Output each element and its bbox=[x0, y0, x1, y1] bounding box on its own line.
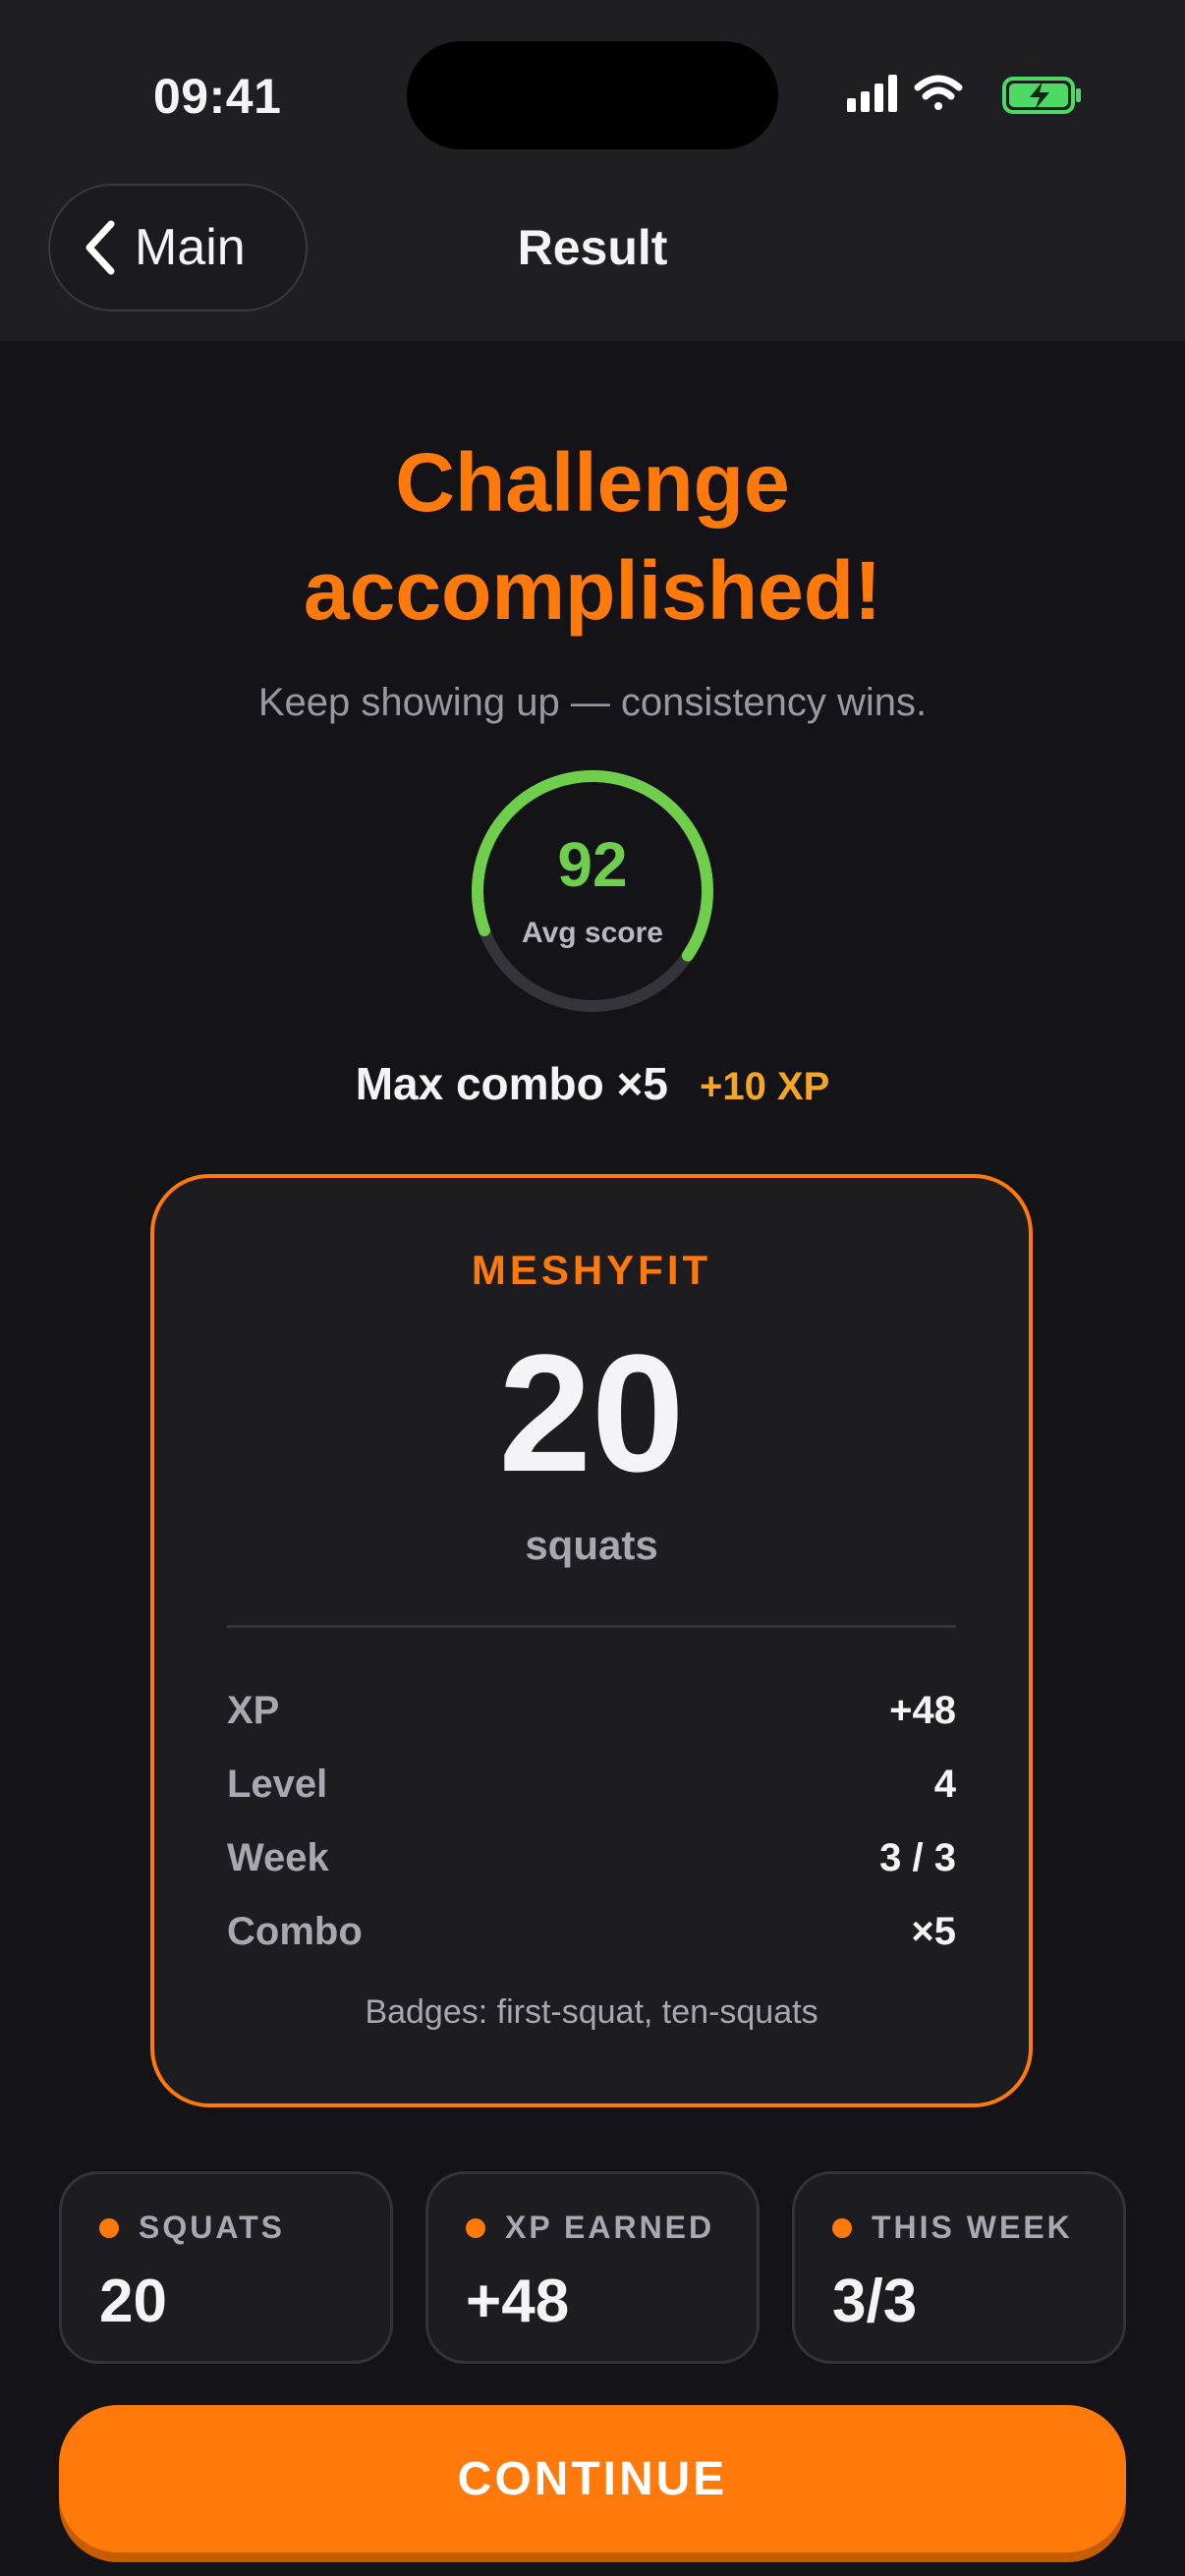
status-icons bbox=[847, 71, 1083, 120]
cellular-signal-icon bbox=[847, 75, 897, 112]
score-label: Avg score bbox=[522, 917, 663, 949]
tile-value: 3/3 bbox=[832, 2268, 918, 2335]
tile-squats: SQUATS 20 bbox=[59, 2171, 393, 2364]
tile-label: SQUATS bbox=[139, 2210, 285, 2245]
rep-count: 20 bbox=[498, 1320, 685, 1507]
stat-row-xp: XP +48 bbox=[227, 1681, 956, 1740]
stat-value: 3 / 3 bbox=[879, 1835, 956, 1879]
headline: Challenge accomplished! bbox=[0, 428, 1185, 644]
headline-line-1: Challenge bbox=[395, 436, 790, 529]
stat-value: +48 bbox=[889, 1688, 956, 1732]
tile-label: XP EARNED bbox=[505, 2210, 715, 2245]
stat-row-week: Week 3 / 3 bbox=[227, 1828, 956, 1887]
score-value: 92 bbox=[557, 829, 628, 900]
accent-dot-icon bbox=[832, 2217, 852, 2238]
wifi-icon bbox=[914, 75, 963, 110]
status-time: 09:41 bbox=[153, 69, 282, 124]
tile-xp-earned: XP EARNED +48 bbox=[425, 2171, 760, 2364]
stat-row-combo: Combo ×5 bbox=[227, 1902, 956, 1961]
headline-line-2: accomplished! bbox=[303, 544, 882, 637]
rep-unit: squats bbox=[525, 1522, 658, 1568]
subtitle: Keep showing up — consistency wins. bbox=[257, 681, 928, 724]
stat-label: Week bbox=[227, 1835, 329, 1879]
result-card: MESHYFIT 20 squats XP +48 Level 4 Week 3… bbox=[150, 1174, 1033, 2107]
stat-value: ×5 bbox=[911, 1909, 956, 1953]
tile-value: +48 bbox=[466, 2268, 570, 2335]
combo-xp-bonus: +10 XP bbox=[699, 1065, 830, 1108]
card-divider bbox=[227, 1625, 956, 1628]
max-combo-text: Max combo ×5 bbox=[355, 1058, 668, 1109]
battery-charging-icon bbox=[1002, 77, 1081, 114]
stat-label: XP bbox=[227, 1688, 280, 1732]
stat-row-level: Level 4 bbox=[227, 1755, 956, 1814]
accent-dot-icon bbox=[466, 2217, 485, 2238]
tile-this-week: THIS WEEK 3/3 bbox=[792, 2171, 1126, 2364]
tile-value: 20 bbox=[99, 2268, 167, 2335]
continue-button[interactable]: CONTINUE bbox=[59, 2405, 1126, 2552]
combo-row: Max combo ×5 +10 XP bbox=[0, 1057, 1185, 1110]
badges-text: Badges: first-squat, ten-squats bbox=[365, 1993, 818, 2031]
stat-label: Combo bbox=[227, 1909, 363, 1953]
stat-label: Level bbox=[227, 1762, 328, 1806]
dynamic-island bbox=[407, 41, 778, 149]
stat-value: 4 bbox=[933, 1762, 956, 1806]
brand-label: MESHYFIT bbox=[471, 1247, 712, 1293]
page-title: Result bbox=[517, 220, 668, 275]
accent-dot-icon bbox=[99, 2217, 119, 2238]
tile-label: THIS WEEK bbox=[872, 2210, 1073, 2245]
